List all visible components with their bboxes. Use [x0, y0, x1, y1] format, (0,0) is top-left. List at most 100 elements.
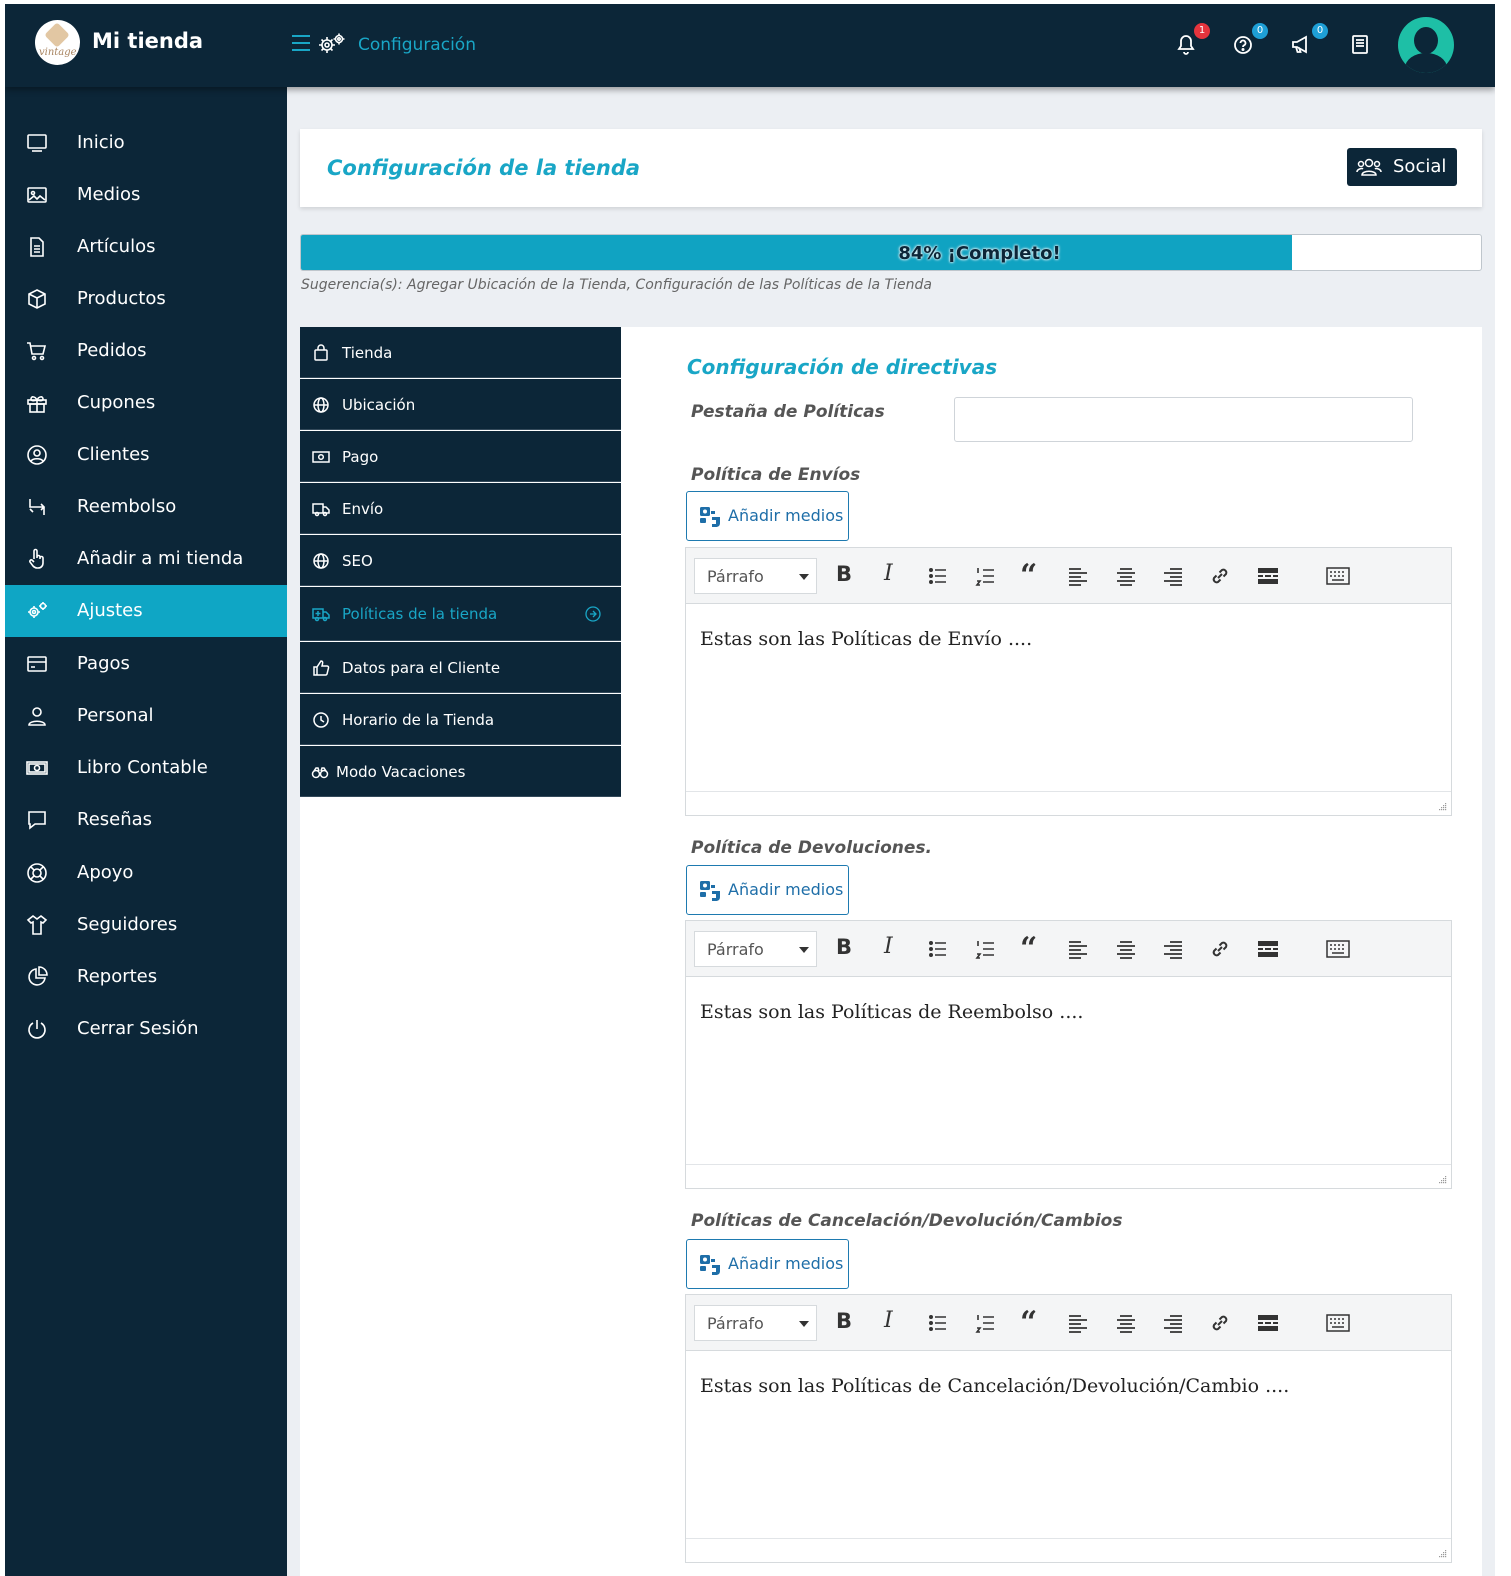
link-icon[interactable] [1208, 564, 1232, 588]
sidebar-item-cupones[interactable]: Cupones [5, 377, 287, 429]
sidebar-item-medios[interactable]: Medios [5, 169, 287, 221]
sidebar-item-resenas[interactable]: Reseñas [5, 794, 287, 846]
italic-icon[interactable]: I [884, 561, 908, 586]
sidebar-item-productos[interactable]: Productos [5, 273, 287, 325]
bold-icon[interactable]: B [836, 562, 860, 586]
editor-content[interactable]: Estas son las Políticas de Reembolso ...… [700, 1001, 1083, 1023]
store-logo[interactable]: vintage [35, 20, 80, 65]
align-center-icon[interactable] [1114, 564, 1138, 588]
tab-pago[interactable]: Pago [300, 431, 621, 482]
blockquote-icon[interactable]: “ [1020, 558, 1044, 593]
resize-grip-icon[interactable] [1437, 1174, 1447, 1184]
sidebar-item-apoyo[interactable]: Apoyo [5, 847, 287, 899]
page-header-card: Configuración de la tienda Social [300, 129, 1482, 207]
add-media-icon [700, 881, 720, 901]
truck-icon [312, 503, 330, 517]
gift-icon [27, 396, 47, 413]
bold-icon[interactable]: B [836, 935, 860, 959]
link-icon[interactable] [1208, 937, 1232, 961]
tab-horario[interactable]: Horario de la Tienda [300, 694, 621, 745]
italic-icon[interactable]: I [884, 1308, 908, 1333]
sidebar-item-reportes[interactable]: Reportes [5, 951, 287, 1003]
social-button[interactable]: Social [1347, 148, 1457, 186]
globe-icon [313, 397, 329, 413]
hamburger-menu-icon[interactable] [292, 35, 310, 51]
sidebar-item-reembolso[interactable]: Reembolso [5, 481, 287, 533]
sidebar-item-seguidores[interactable]: Seguidores [5, 899, 287, 951]
gears-icon [28, 602, 47, 618]
policy-tab-label: Pestaña de Políticas [691, 402, 885, 422]
breadcrumb[interactable]: Configuración [358, 35, 476, 55]
align-center-icon[interactable] [1114, 937, 1138, 961]
tab-envio[interactable]: Envío [300, 483, 621, 534]
policy-tab-input[interactable] [954, 397, 1413, 442]
user-avatar[interactable] [1398, 17, 1454, 73]
cancellation-policy-label: Políticas de Cancelación/Devolución/Camb… [691, 1211, 1123, 1231]
numbered-list-icon[interactable] [974, 937, 998, 961]
italic-icon[interactable]: I [884, 934, 908, 959]
users-icon [1356, 158, 1382, 176]
format-select[interactable]: Párrafo [694, 1305, 817, 1341]
align-left-icon[interactable] [1066, 1311, 1090, 1335]
shipping-policy-editor: Párrafo B I “ Estas son las Políticas de… [685, 547, 1452, 816]
megaphone-icon[interactable] [1289, 31, 1315, 57]
editor-content[interactable]: Estas son las Políticas de Cancelación/D… [700, 1375, 1289, 1397]
blockquote-icon[interactable]: “ [1020, 931, 1044, 966]
blockquote-icon[interactable]: “ [1020, 1305, 1044, 1340]
sidebar-item-inicio[interactable]: Inicio [5, 117, 287, 169]
cancellation-policy-editor: Párrafo B I “ Estas son las Políticas de… [685, 1294, 1452, 1563]
format-select[interactable]: Párrafo [694, 931, 817, 967]
bold-icon[interactable]: B [836, 1309, 860, 1333]
sidebar-item-personal[interactable]: Personal [5, 690, 287, 742]
editor-content[interactable]: Estas son las Políticas de Envío .... [700, 628, 1032, 650]
editor-toolbar: Párrafo B I “ [686, 1295, 1451, 1351]
align-right-icon[interactable] [1161, 937, 1185, 961]
align-center-icon[interactable] [1114, 1311, 1138, 1335]
announcements-badge: 0 [1312, 23, 1328, 39]
read-more-icon[interactable] [1256, 564, 1280, 588]
sidebar-item-pedidos[interactable]: Pedidos [5, 325, 287, 377]
align-right-icon[interactable] [1161, 564, 1185, 588]
format-select[interactable]: Párrafo [694, 558, 817, 594]
tab-politicas[interactable]: Políticas de la tienda [300, 587, 621, 641]
toolbar-toggle-icon[interactable] [1326, 564, 1350, 588]
tab-tienda[interactable]: Tienda [300, 327, 621, 378]
read-more-icon[interactable] [1256, 937, 1280, 961]
align-left-icon[interactable] [1066, 564, 1090, 588]
tab-seo[interactable]: SEO [300, 535, 621, 586]
resize-grip-icon[interactable] [1437, 1548, 1447, 1558]
sidebar-item-pagos[interactable]: Pagos [5, 638, 287, 690]
add-media-button[interactable]: Añadir medios [686, 491, 849, 541]
align-left-icon[interactable] [1066, 937, 1090, 961]
sidebar-item-cerrar-sesion[interactable]: Cerrar Sesión [5, 1003, 287, 1055]
bullet-list-icon[interactable] [926, 937, 950, 961]
bullet-list-icon[interactable] [926, 1311, 950, 1335]
add-media-button[interactable]: Añadir medios [686, 865, 849, 915]
sidebar-item-articulos[interactable]: Artículos [5, 221, 287, 273]
bullet-list-icon[interactable] [926, 564, 950, 588]
tab-datos-cliente[interactable]: Datos para el Cliente [300, 642, 621, 693]
add-media-button[interactable]: Añadir medios [686, 1239, 849, 1289]
resize-grip-icon[interactable] [1437, 801, 1447, 811]
sidebar-item-anadir[interactable]: Añadir a mi tienda [5, 533, 287, 585]
sidebar-item-libro-contable[interactable]: Libro Contable [5, 742, 287, 794]
notifications-badge: 1 [1194, 23, 1210, 39]
link-icon[interactable] [1208, 1311, 1232, 1335]
add-media-icon [700, 507, 720, 527]
refund-icon [29, 499, 46, 515]
tab-ubicacion[interactable]: Ubicación [300, 379, 621, 430]
tab-modo-vacaciones[interactable]: Modo Vacaciones [300, 746, 621, 797]
book-icon[interactable] [1347, 31, 1373, 57]
numbered-list-icon[interactable] [974, 1311, 998, 1335]
form-title: Configuración de directivas [687, 355, 998, 379]
toolbar-toggle-icon[interactable] [1326, 1311, 1350, 1335]
numbered-list-icon[interactable] [974, 564, 998, 588]
completion-progress-bar: 84% ¡Completo! [300, 234, 1482, 271]
align-right-icon[interactable] [1161, 1311, 1185, 1335]
sidebar-item-clientes[interactable]: Clientes [5, 429, 287, 481]
power-icon [28, 1020, 46, 1039]
toolbar-toggle-icon[interactable] [1326, 937, 1350, 961]
person-icon [28, 707, 46, 726]
read-more-icon[interactable] [1256, 1311, 1280, 1335]
sidebar-item-ajustes[interactable]: Ajustes [5, 585, 287, 637]
